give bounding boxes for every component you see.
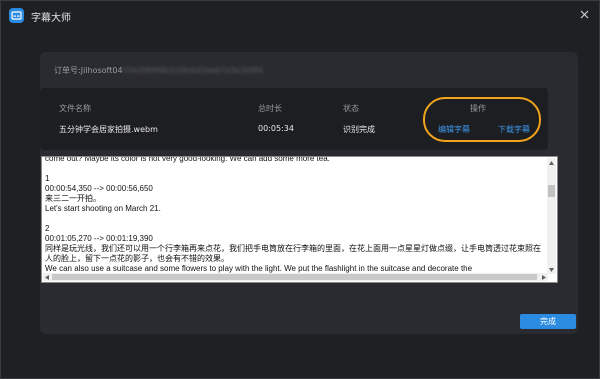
app-title: 字幕大师 bbox=[31, 13, 71, 24]
download-subtitle-link[interactable]: 下载字幕 bbox=[498, 124, 530, 135]
actions-highlight bbox=[423, 97, 541, 142]
order-label: 订单号: bbox=[54, 66, 81, 75]
horizontal-scrollbar[interactable] bbox=[43, 273, 548, 281]
vertical-scrollbar[interactable] bbox=[547, 158, 556, 274]
order-value: Jilhosoft04 bbox=[80, 66, 123, 75]
subtitle-time: 00:00:54,350 --> 00:00:56,650 bbox=[45, 184, 153, 193]
subtitle-index: 2 bbox=[45, 224, 50, 233]
scroll-left-arrow-icon[interactable] bbox=[43, 273, 51, 281]
subtitle-en: Let's start shooting on March 21. bbox=[45, 204, 161, 213]
scroll-down-arrow-icon[interactable] bbox=[547, 265, 556, 274]
subtitle-app-icon bbox=[9, 8, 24, 23]
close-icon bbox=[580, 10, 588, 18]
scroll-right-arrow-icon[interactable] bbox=[540, 273, 548, 281]
subtitle-text[interactable]: come out? Maybe its color is not very go… bbox=[45, 156, 545, 274]
file-name: 五分钟学会居家拍摄.webm bbox=[59, 125, 158, 134]
subtitle-editor[interactable]: come out? Maybe its color is not very go… bbox=[41, 156, 558, 283]
title-bar: 字幕大师 bbox=[1, 1, 599, 31]
scroll-up-arrow-icon[interactable] bbox=[547, 158, 556, 167]
subtitle-line: come out? Maybe its color is not very go… bbox=[45, 156, 330, 163]
horizontal-scroll-thumb[interactable] bbox=[52, 274, 537, 280]
file-status: 识别完成 bbox=[343, 125, 375, 134]
header-status: 状态 bbox=[343, 104, 359, 113]
header-duration: 总时长 bbox=[258, 104, 282, 113]
order-number: 订单号:Jilhosoft04f2fe2f69f0b1d3b4d2de67e3e… bbox=[54, 65, 263, 76]
done-button[interactable]: 完成 bbox=[520, 314, 576, 329]
order-value-hidden: f2fe2f69f0b1d3b4d2de67e3e309f4 bbox=[122, 66, 264, 75]
subtitle-index: 1 bbox=[45, 174, 50, 183]
file-duration: 00:05:34 bbox=[258, 124, 294, 133]
subtitle-zh: 同样是玩光线，我们还可以用一个行李箱再来点花，我们把手电筒放在行李箱的里面，在花… bbox=[45, 244, 541, 263]
edit-subtitle-link[interactable]: 编辑字幕 bbox=[438, 124, 470, 135]
subtitle-zh: 来三二一开拍。 bbox=[45, 194, 101, 203]
vertical-scroll-thumb[interactable] bbox=[548, 185, 555, 197]
subtitle-time: 00:01:05,270 --> 00:01:19,390 bbox=[45, 234, 153, 243]
close-button[interactable] bbox=[577, 7, 591, 21]
header-filename: 文件名称 bbox=[59, 104, 91, 113]
